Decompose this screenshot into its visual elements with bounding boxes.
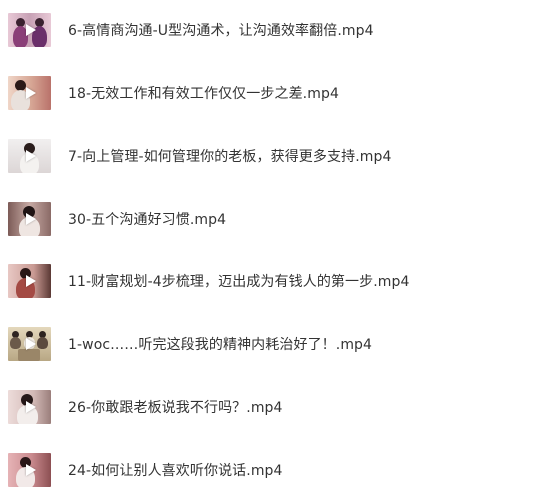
file-item[interactable]: 24-如何让别人喜欢听你说话.mp4: [8, 452, 528, 488]
play-icon: [25, 213, 36, 225]
file-item[interactable]: 26-你敢跟老板说我不行吗？.mp4: [8, 389, 528, 425]
file-name[interactable]: 1-woc……听完这段我的精神内耗治好了！.mp4: [68, 334, 372, 354]
play-icon: [25, 338, 36, 350]
file-item[interactable]: 18-无效工作和有效工作仅仅一步之差.mp4: [8, 75, 528, 111]
file-name[interactable]: 11-财富规划-4步梳理，迈出成为有钱人的第一步.mp4: [68, 271, 410, 291]
play-icon: [25, 275, 36, 287]
play-icon: [25, 464, 36, 476]
play-icon: [25, 24, 36, 36]
file-item[interactable]: 11-财富规划-4步梳理，迈出成为有钱人的第一步.mp4: [8, 263, 528, 299]
video-thumbnail[interactable]: [8, 327, 51, 361]
video-thumbnail[interactable]: [8, 139, 51, 173]
file-item[interactable]: 30-五个沟通好习惯.mp4: [8, 201, 528, 237]
file-name[interactable]: 7-向上管理-如何管理你的老板，获得更多支持.mp4: [68, 146, 392, 166]
file-name[interactable]: 6-高情商沟通-U型沟通术，让沟通效率翻倍.mp4: [68, 20, 374, 40]
file-item[interactable]: 1-woc……听完这段我的精神内耗治好了！.mp4: [8, 326, 528, 362]
video-thumbnail[interactable]: [8, 76, 51, 110]
video-thumbnail[interactable]: [8, 264, 51, 298]
file-name[interactable]: 18-无效工作和有效工作仅仅一步之差.mp4: [68, 83, 339, 103]
play-icon: [25, 150, 36, 162]
video-thumbnail[interactable]: [8, 453, 51, 487]
file-name[interactable]: 26-你敢跟老板说我不行吗？.mp4: [68, 397, 283, 417]
file-item[interactable]: 7-向上管理-如何管理你的老板，获得更多支持.mp4: [8, 138, 528, 174]
video-thumbnail[interactable]: [8, 202, 51, 236]
file-name[interactable]: 24-如何让别人喜欢听你说话.mp4: [68, 460, 283, 480]
file-name[interactable]: 30-五个沟通好习惯.mp4: [68, 209, 226, 229]
file-list: 6-高情商沟通-U型沟通术，让沟通效率翻倍.mp4 18-无效工作和有效工作仅仅…: [0, 0, 533, 502]
video-thumbnail[interactable]: [8, 13, 51, 47]
play-icon: [25, 87, 36, 99]
play-icon: [25, 401, 36, 413]
file-item[interactable]: 6-高情商沟通-U型沟通术，让沟通效率翻倍.mp4: [8, 12, 528, 48]
video-thumbnail[interactable]: [8, 390, 51, 424]
